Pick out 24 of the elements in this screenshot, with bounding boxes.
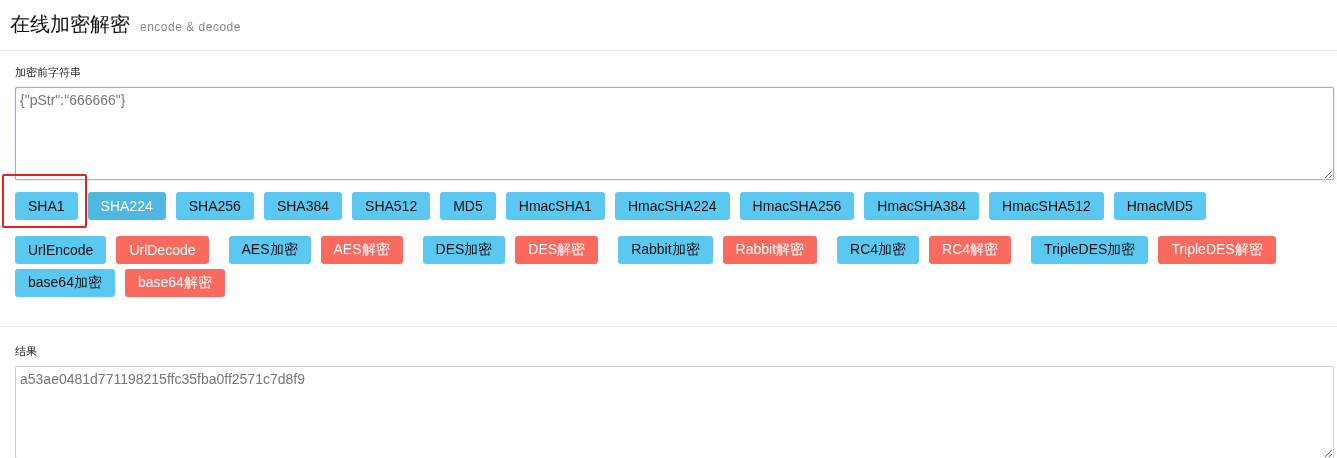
- encode-button[interactable]: base64加密: [15, 269, 115, 297]
- page-subtitle: encode & decode: [140, 20, 241, 34]
- hash-button[interactable]: SHA1: [15, 192, 78, 220]
- encode-button[interactable]: DES加密: [422, 236, 506, 264]
- hash-button[interactable]: MD5: [440, 192, 496, 220]
- hash-button[interactable]: HmacSHA256: [739, 192, 855, 220]
- hash-button[interactable]: SHA512: [352, 192, 431, 220]
- encode-button[interactable]: Rabbit加密: [618, 236, 713, 264]
- encode-button[interactable]: RC4加密: [837, 236, 920, 264]
- hash-button[interactable]: HmacSHA1: [505, 192, 605, 220]
- encode-button[interactable]: TripleDES加密: [1031, 236, 1149, 264]
- input-label: 加密前字符串: [15, 65, 82, 80]
- output-field[interactable]: a53ae0481d771198215ffc35fba0ff2571c7d8f9: [15, 366, 1334, 458]
- hash-button[interactable]: HmacSHA224: [614, 192, 730, 220]
- hash-button[interactable]: SHA256: [175, 192, 254, 220]
- input-field[interactable]: {"pStr":"666666"}: [15, 87, 1334, 180]
- encode-button[interactable]: AES加密: [228, 236, 311, 264]
- hash-button[interactable]: HmacMD5: [1113, 192, 1206, 220]
- encode-button[interactable]: UrlEncode: [15, 236, 107, 264]
- page-title: 在线加密解密: [10, 12, 130, 37]
- output-label: 结果: [15, 344, 38, 359]
- hash-button[interactable]: HmacSHA512: [989, 192, 1104, 220]
- hash-button[interactable]: HmacSHA384: [864, 192, 979, 220]
- hash-button[interactable]: SHA384: [263, 192, 343, 220]
